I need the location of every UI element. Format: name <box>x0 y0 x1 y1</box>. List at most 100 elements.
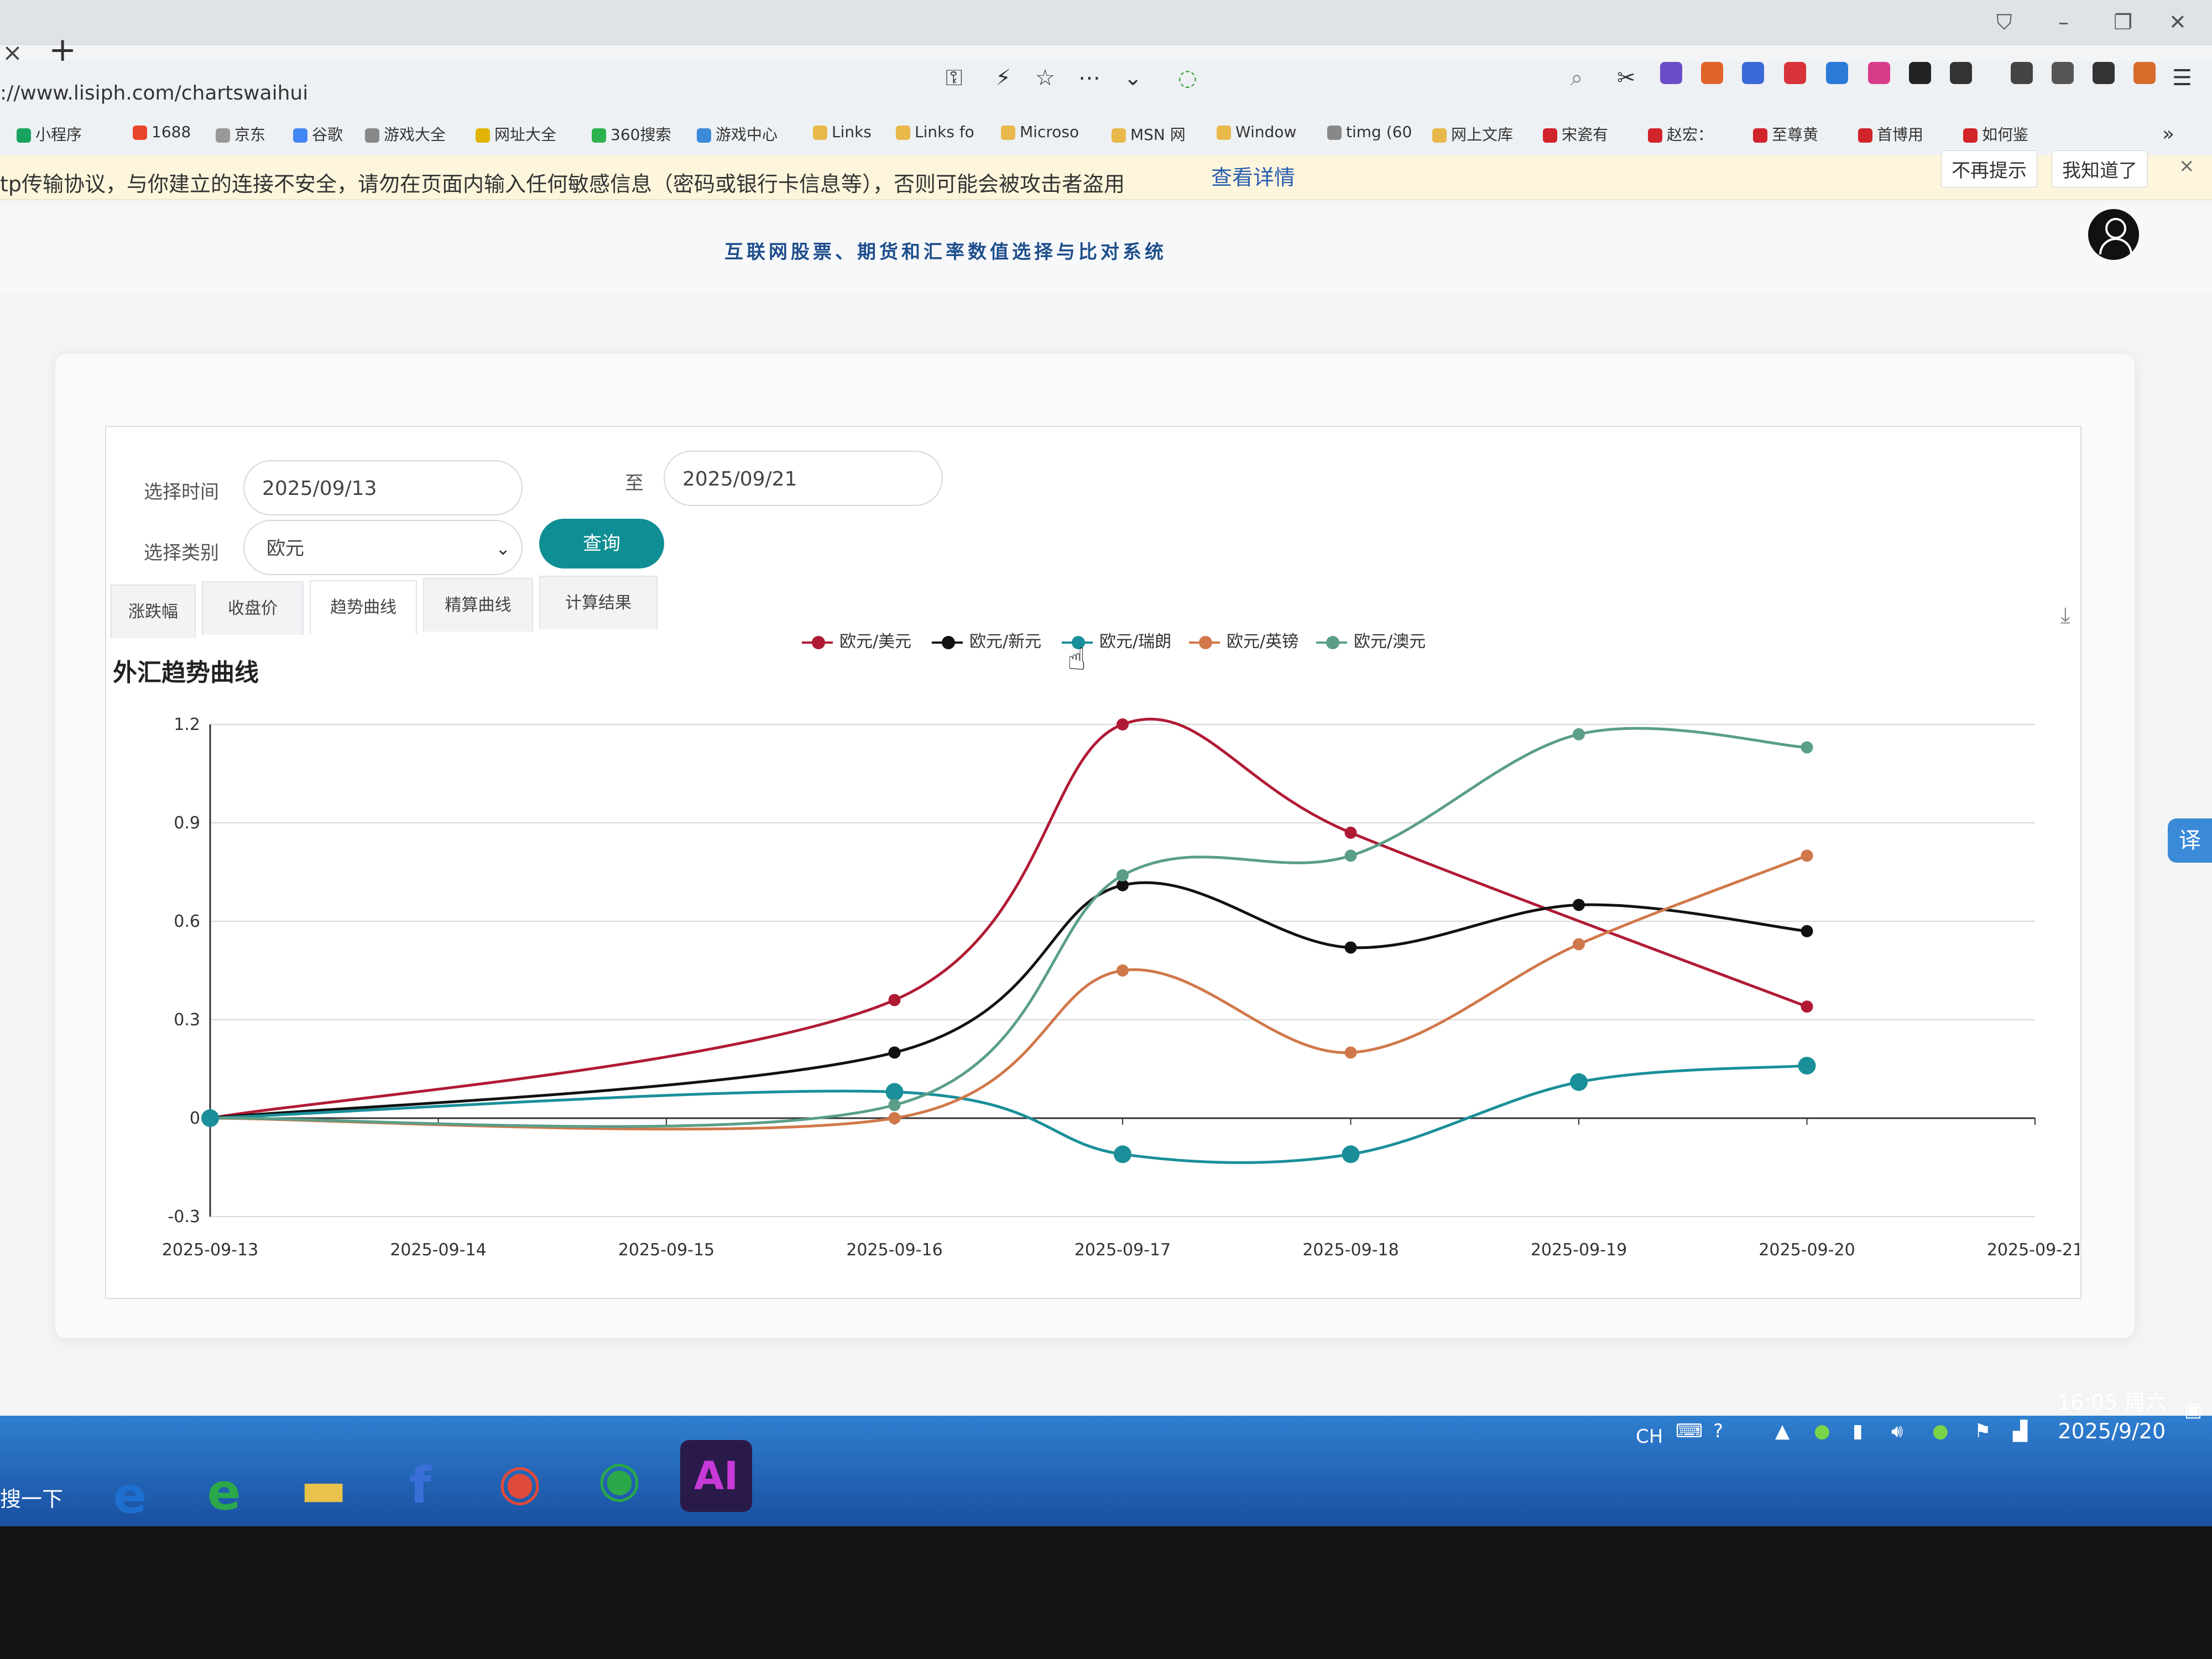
scissors-icon[interactable]: ✂ <box>1617 65 1636 91</box>
flash-icon[interactable]: f <box>384 1450 456 1522</box>
bookmark-label: 网上文库 <box>1451 126 1514 144</box>
x-tick-label: 2025-09-18 <box>1302 1240 1399 1260</box>
hand-cursor-icon: ☝ <box>1067 641 1087 677</box>
tab-close-price[interactable]: 收盘价 <box>202 581 304 635</box>
chrome-icon[interactable]: ◉ <box>484 1447 556 1519</box>
undo-icon[interactable] <box>2052 62 2074 84</box>
search-icon[interactable]: ⌕ <box>1571 65 1583 91</box>
tray-up-icon[interactable]: ▲ <box>1775 1420 1790 1442</box>
ie-green-icon[interactable]: e <box>188 1457 260 1528</box>
language-indicator[interactable]: CH <box>1636 1426 1663 1448</box>
bookmark-item[interactable]: Window <box>1217 123 1296 141</box>
bookmark-label: 游戏大全 <box>384 126 446 144</box>
address-bar[interactable]: ://www.lisiph.com/chartswaihui <box>0 82 308 105</box>
bookmark-item[interactable]: 360搜索 <box>592 123 671 145</box>
battery-icon[interactable]: ▮ <box>1853 1420 1863 1442</box>
bookmark-item[interactable]: 1688 <box>133 123 191 141</box>
tray-app-icon[interactable]: ● <box>1814 1420 1830 1442</box>
bookmark-item[interactable]: 游戏中心 <box>697 123 778 145</box>
bookmark-item[interactable]: 网址大全 <box>476 123 556 145</box>
network-icon[interactable]: ▟ <box>2013 1420 2027 1442</box>
show-desktop-icon[interactable]: ▣ <box>2184 1399 2202 1421</box>
bookmark-item[interactable]: 小程序 <box>17 123 82 145</box>
tab-actuarial[interactable]: 精算曲线 <box>423 578 533 632</box>
bookmark-item[interactable]: Links <box>813 123 872 141</box>
avatar-icon[interactable] <box>2088 209 2139 260</box>
security-icon[interactable]: ● <box>1932 1420 1949 1442</box>
bookmark-item[interactable]: 游戏大全 <box>365 123 446 145</box>
keyboard-icon[interactable]: ⌨ <box>1676 1420 1703 1442</box>
tab-result[interactable]: 计算结果 <box>539 576 658 629</box>
category-select[interactable]: 欧元 ⌄ <box>243 520 523 575</box>
menu-icon[interactable]: ☰ <box>2172 65 2192 91</box>
download-icon[interactable]: ⤓ <box>2060 603 2070 628</box>
bookmark-icon <box>1001 126 1015 140</box>
more-bookmarks-icon[interactable]: » <box>2162 123 2174 145</box>
bookmark-label: 网址大全 <box>494 126 557 144</box>
folder-icon[interactable]: ▬ <box>288 1453 359 1525</box>
bookmark-icon <box>813 126 827 140</box>
360-icon[interactable]: ◌ <box>1178 65 1197 91</box>
search-box[interactable]: 搜一下 <box>0 1482 63 1512</box>
minimize-button[interactable]: – <box>2058 10 2069 34</box>
bookmark-item[interactable]: 谷歌 <box>293 123 343 145</box>
skin-icon[interactable]: ⛉ <box>1996 10 2012 35</box>
legend-item[interactable]: 欧元/美元 <box>802 628 911 652</box>
chrome-alt-icon[interactable]: ◉ <box>583 1443 655 1515</box>
lightning-icon[interactable]: ⚡ <box>995 65 1011 91</box>
bookmark-item[interactable]: 至尊黄 <box>1753 123 1818 145</box>
extension-icon[interactable] <box>1868 62 1890 84</box>
restore-button[interactable]: ❐ <box>2114 10 2132 34</box>
date-to-input[interactable]: 2025/09/21 <box>664 451 943 506</box>
bookmark-label: 游戏中心 <box>716 126 778 144</box>
key-icon[interactable]: ⚿ <box>946 65 962 91</box>
bookmark-item[interactable]: 网上文库 <box>1432 123 1513 145</box>
translate-button[interactable]: 译 <box>2168 818 2212 863</box>
legend-item[interactable]: 欧元/新元 <box>932 628 1041 652</box>
series-line <box>210 717 1808 1120</box>
bookmark-item[interactable]: Links fo <box>896 123 974 141</box>
star-icon[interactable]: ☆ <box>1035 65 1055 91</box>
download-icon[interactable] <box>2011 62 2033 84</box>
date-from-input[interactable]: 2025/09/13 <box>243 460 523 515</box>
mail-icon[interactable] <box>1826 62 1848 84</box>
close-button[interactable]: ✕ <box>2169 10 2187 34</box>
got-it-button[interactable]: 我知道了 <box>2052 150 2148 187</box>
bookmark-item[interactable]: 首博用 <box>1858 123 1923 145</box>
extension-icon[interactable] <box>1701 62 1723 84</box>
bookmark-icon <box>216 128 230 143</box>
bookmark-item[interactable]: 赵宏： <box>1648 123 1713 145</box>
ie-icon[interactable]: e <box>94 1460 166 1532</box>
legend-item[interactable]: 欧元/英镑 <box>1189 628 1298 652</box>
extension-icon[interactable] <box>2133 62 2156 84</box>
legend-item[interactable]: 欧元/澳元 <box>1316 628 1426 652</box>
extension-icon[interactable] <box>1784 62 1806 84</box>
bookmark-item[interactable]: 宋瓷有 <box>1543 123 1608 145</box>
tab-trend[interactable]: 趋势曲线 <box>310 580 417 634</box>
volume-icon[interactable]: 🔊︎ <box>1891 1420 1903 1442</box>
close-warning-icon[interactable]: × <box>2179 155 2195 177</box>
clock[interactable]: 16:05 周六 2025/9/20 <box>2057 1388 2167 1446</box>
bookmark-item[interactable]: MSN 网 <box>1112 123 1186 145</box>
bookmark-item[interactable]: 如何鉴 <box>1963 123 2028 145</box>
trend-chart: 1.2 0.9 0.6 0.3 0 -0.3 2025-09-13 2025-09-14 202… <box>162 715 2079 1260</box>
bookmark-item[interactable]: Microso <box>1001 123 1079 141</box>
extension-icon[interactable] <box>1742 62 1764 84</box>
extension-icon[interactable] <box>1660 62 1682 84</box>
ai-icon[interactable]: AI <box>680 1440 752 1512</box>
bookmark-item[interactable]: timg (60 <box>1327 123 1412 141</box>
extension-icon[interactable] <box>1909 62 1931 84</box>
bookmark-item[interactable]: 京东 <box>216 123 265 145</box>
chevron-down-icon[interactable]: ⌄ <box>1124 65 1142 91</box>
help-icon[interactable]: ? <box>1713 1420 1723 1442</box>
x-tick-label: 2025-09-20 <box>1759 1240 1855 1260</box>
site-title: 互联网股票、期货和汇率数值选择与比对系统 <box>724 241 1167 263</box>
toolbox-icon[interactable] <box>2093 62 2115 84</box>
flag-icon[interactable]: ⚑ <box>1974 1420 1991 1442</box>
puzzle-icon[interactable] <box>1950 62 1972 84</box>
no-remind-button[interactable]: 不再提示 <box>1941 150 2037 187</box>
more-icon[interactable]: ⋯ <box>1078 65 1100 91</box>
tab-change[interactable]: 涨跌幅 <box>111 585 196 638</box>
view-details-link[interactable]: 查看详情 <box>1211 160 1295 191</box>
query-button[interactable]: 查询 <box>539 519 664 568</box>
